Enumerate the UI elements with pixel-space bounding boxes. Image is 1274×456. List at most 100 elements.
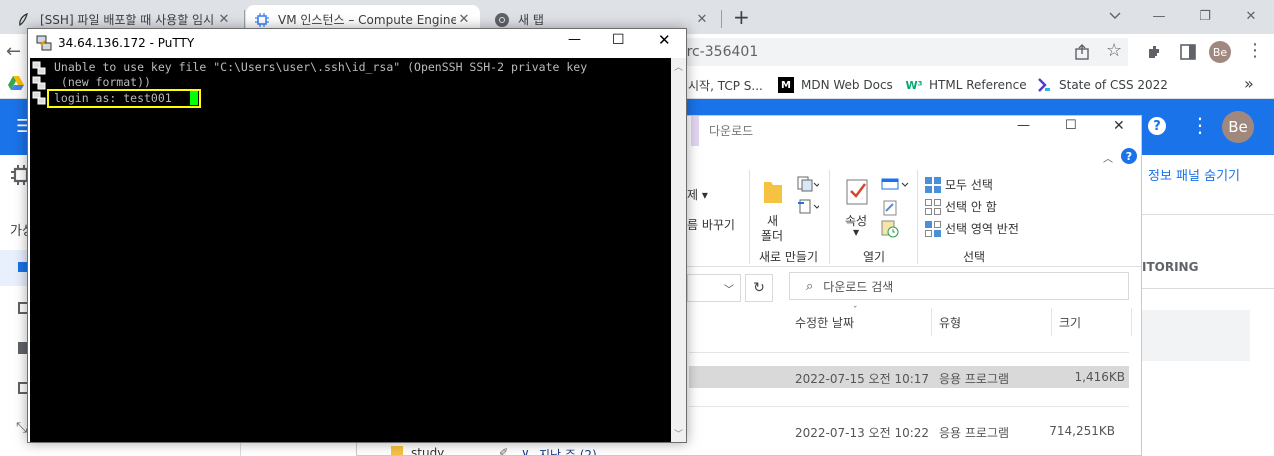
- edit-icon[interactable]: [883, 200, 897, 219]
- tab-separator: [721, 10, 722, 28]
- hide-info-panel-link[interactable]: 정보 패널 숨기기: [1148, 165, 1240, 184]
- bookmark-item[interactable]: W³ HTML Reference: [906, 76, 1027, 94]
- minimize-button[interactable]: —: [1017, 118, 1030, 133]
- group-header-last-week[interactable]: 지난 주 (2): [539, 446, 597, 455]
- select-none-button[interactable]: 선택 안 함: [925, 198, 997, 215]
- tab-separator: [244, 10, 245, 28]
- extensions-icon[interactable]: [1146, 43, 1164, 64]
- more-menu-icon[interactable]: ⋮: [1246, 40, 1264, 61]
- sidebar-item-icon[interactable]: ⤡: [16, 420, 27, 436]
- refresh-button[interactable]: ↻: [745, 274, 773, 302]
- terminal-line: Unable to use key file "C:\Users\user\.s…: [54, 60, 588, 74]
- help-icon[interactable]: ?: [1148, 117, 1166, 135]
- open-icon[interactable]: [881, 178, 909, 193]
- folder-icon: [391, 446, 403, 455]
- help-icon[interactable]: ?: [1121, 148, 1137, 164]
- column-divider[interactable]: [1131, 308, 1132, 336]
- maximize-button[interactable]: ☐: [1065, 118, 1077, 133]
- group-separator: [689, 352, 1129, 353]
- terminal-scrollbar[interactable]: ︿ ﹀: [671, 58, 686, 442]
- close-icon[interactable]: ✕: [694, 12, 710, 27]
- terminal-line: (new format)): [54, 75, 151, 89]
- restore-button[interactable]: ❐: [1182, 4, 1228, 28]
- putty-log-icon: [32, 61, 46, 75]
- putty-log-icon: [32, 76, 46, 90]
- close-window-button[interactable]: ✕: [658, 31, 671, 49]
- search-input[interactable]: ⌕ 다운로드 검색: [789, 272, 1129, 300]
- putty-title: 34.64.136.172 - PuTTY: [58, 36, 195, 50]
- scroll-up-icon[interactable]: ︿: [674, 60, 683, 73]
- explorer-title-accent: [691, 116, 699, 146]
- chevron-down-icon[interactable]: ▼: [853, 228, 859, 237]
- minimize-button[interactable]: —: [568, 32, 581, 47]
- history-icon[interactable]: [881, 220, 899, 241]
- column-header-date[interactable]: 수정한 날짜: [795, 314, 854, 331]
- back-arrow-icon[interactable]: ←: [6, 41, 21, 62]
- terminal-cursor: [190, 91, 198, 105]
- delete-button-label[interactable]: 제 ▾: [687, 186, 708, 203]
- explorer-title: 다운로드: [709, 124, 754, 138]
- search-icon: ⌕: [806, 278, 814, 294]
- bookmark-item[interactable]: M MDN Web Docs: [778, 76, 893, 94]
- column-divider[interactable]: [931, 308, 932, 336]
- column-header-size[interactable]: 크기: [1059, 314, 1081, 331]
- side-panel-icon[interactable]: [1180, 44, 1196, 63]
- gcp-avatar[interactable]: Be: [1222, 111, 1254, 143]
- address-bar[interactable]: arc-356401: [676, 38, 1128, 66]
- profile-avatar[interactable]: Be: [1209, 41, 1231, 63]
- divider: [1142, 214, 1274, 215]
- properties-label[interactable]: 속성: [845, 212, 867, 229]
- close-icon[interactable]: ✕: [216, 12, 232, 27]
- ribbon-divider: [749, 170, 750, 264]
- easy-access-icon[interactable]: [797, 198, 821, 217]
- tab-label: VM 인스턴스 – Compute Engine: [278, 13, 456, 27]
- invert-selection-button[interactable]: 선택 영역 반전: [925, 220, 1019, 237]
- bookmark-star-icon[interactable]: ☆: [1106, 40, 1122, 61]
- new-folder-icon[interactable]: [763, 180, 783, 207]
- more-bookmarks-icon[interactable]: »: [1244, 74, 1254, 93]
- share-icon[interactable]: [1074, 43, 1092, 64]
- putty-icon[interactable]: [36, 35, 52, 51]
- putty-log-icon: [32, 91, 46, 105]
- more-options-icon[interactable]: ⋮: [1190, 113, 1210, 137]
- close-icon[interactable]: ✕: [456, 12, 472, 27]
- terminal-screen[interactable]: Unable to use key file "C:\Users\user\.s…: [30, 58, 671, 442]
- chevron-down-icon: ﹀: [724, 285, 734, 296]
- rename-button-label[interactable]: 름 바꾸기: [687, 216, 735, 233]
- mdn-icon: M: [778, 77, 794, 93]
- ribbon-group-new: 새로 만들기: [759, 250, 819, 264]
- column-divider[interactable]: [1051, 308, 1052, 336]
- invert-selection-icon: [925, 220, 941, 237]
- maximize-button[interactable]: ☐: [612, 32, 625, 48]
- google-drive-icon[interactable]: [8, 76, 24, 93]
- tab-search-icon[interactable]: [1092, 4, 1138, 28]
- blog-favicon-icon: [16, 12, 32, 28]
- select-all-icon: [925, 176, 941, 193]
- w3-icon: W³: [905, 78, 923, 92]
- close-window-button[interactable]: ✕: [1228, 4, 1274, 28]
- new-item-icon[interactable]: [797, 176, 821, 195]
- table-row[interactable]: 2022-07-15 오전 10:17 응용 프로그램 1,416KB: [689, 366, 1129, 388]
- new-tab-button[interactable]: +: [733, 5, 750, 29]
- state-of-css-icon: [1036, 77, 1052, 93]
- collapse-ribbon-icon[interactable]: ︿: [1103, 150, 1113, 165]
- divider: [1142, 288, 1274, 289]
- scroll-down-icon[interactable]: ﹀: [674, 427, 683, 440]
- tab-monitoring[interactable]: ITORING: [1142, 260, 1198, 274]
- select-all-button[interactable]: 모두 선택: [925, 176, 993, 193]
- ribbon-group-open: 열기: [863, 250, 886, 264]
- nav-item-study[interactable]: study: [411, 446, 444, 455]
- chevron-down-icon[interactable]: ∨: [521, 446, 530, 455]
- putty-title-bar[interactable]: 34.64.136.172 - PuTTY — ☐ ✕: [28, 29, 686, 57]
- new-folder-label[interactable]: 폴더: [761, 227, 783, 244]
- search-placeholder: 다운로드 검색: [823, 279, 894, 294]
- address-dropdown[interactable]: ﹀: [687, 274, 741, 302]
- minimize-button[interactable]: —: [1136, 4, 1182, 28]
- info-panel-placeholder: [1142, 310, 1250, 361]
- column-header-type[interactable]: 유형: [939, 314, 961, 331]
- properties-icon[interactable]: [845, 178, 869, 209]
- table-row[interactable]: 2022-07-13 오전 10:22 응용 프로그램 714,251KB: [689, 420, 1129, 442]
- bookmark-item[interactable]: State of CSS 2022: [1036, 76, 1168, 94]
- bookmark-item[interactable]: 시작, TCP S...: [688, 76, 763, 94]
- close-window-button[interactable]: ✕: [1113, 118, 1125, 134]
